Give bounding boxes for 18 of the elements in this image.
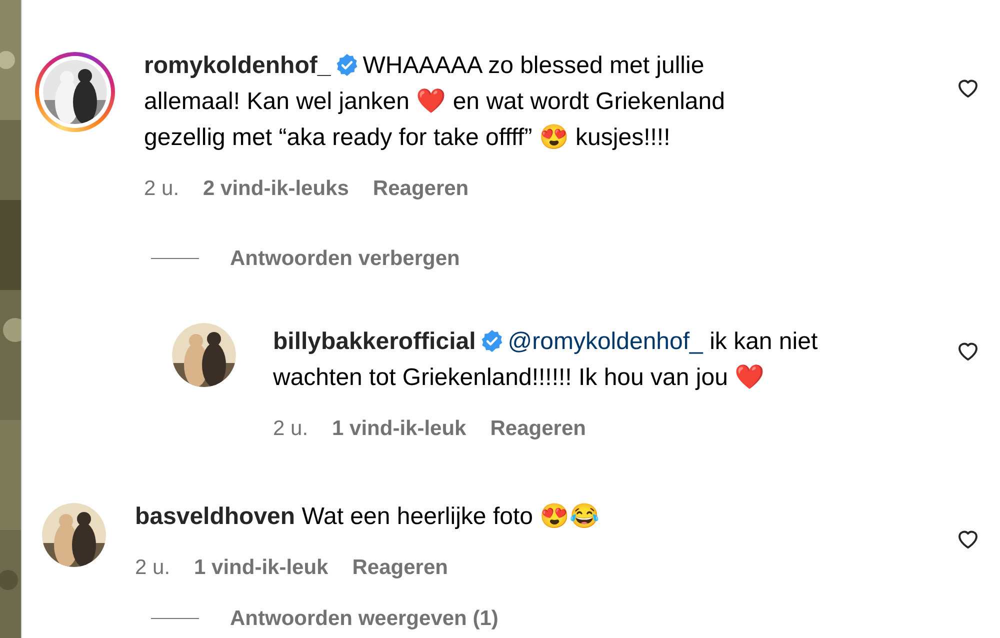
- comment-text: romykoldenhof_ WHAAAAA zo blessed met jullie allemaal! Kan wel janken ❤ en wat wordt Griekenland gezellig met “aka ready for take offff” 😍 kusjes!!!!: [144, 48, 794, 156]
- timestamp: 2 u.: [144, 176, 180, 202]
- reply-link[interactable]: Reageren: [352, 552, 448, 583]
- username-link[interactable]: romykoldenhof_: [144, 52, 331, 79]
- likes-count-link[interactable]: 2 vind-ik-leuks: [203, 173, 349, 204]
- timestamp: 2 u.: [273, 416, 308, 442]
- toggle-replies-link[interactable]: Antwoorden weergeven (1): [230, 603, 498, 634]
- comment-text: billybakkerofficial @romykoldenhof_ ik kan niet wachten tot Griekenland!!!!!! Ik hou van jou ❤: [273, 324, 883, 396]
- likes-count-link[interactable]: 1 vind-ik-leuk: [332, 413, 466, 444]
- username-link[interactable]: billybakkerofficial: [273, 328, 476, 355]
- likes-count-link[interactable]: 1 vind-ik-leuk: [194, 552, 328, 583]
- reply-link[interactable]: Reageren: [372, 173, 469, 204]
- username-link[interactable]: basveldhoven: [135, 502, 296, 530]
- comment-text: basveldhoven Wat een heerlijke foto 😍😂: [135, 502, 601, 532]
- reply-link[interactable]: Reageren: [490, 413, 586, 444]
- mention-link[interactable]: @romykoldenhof_: [508, 328, 703, 355]
- toggle-replies-link[interactable]: Antwoorden verbergen: [230, 242, 460, 274]
- timestamp: 2 u.: [135, 554, 170, 580]
